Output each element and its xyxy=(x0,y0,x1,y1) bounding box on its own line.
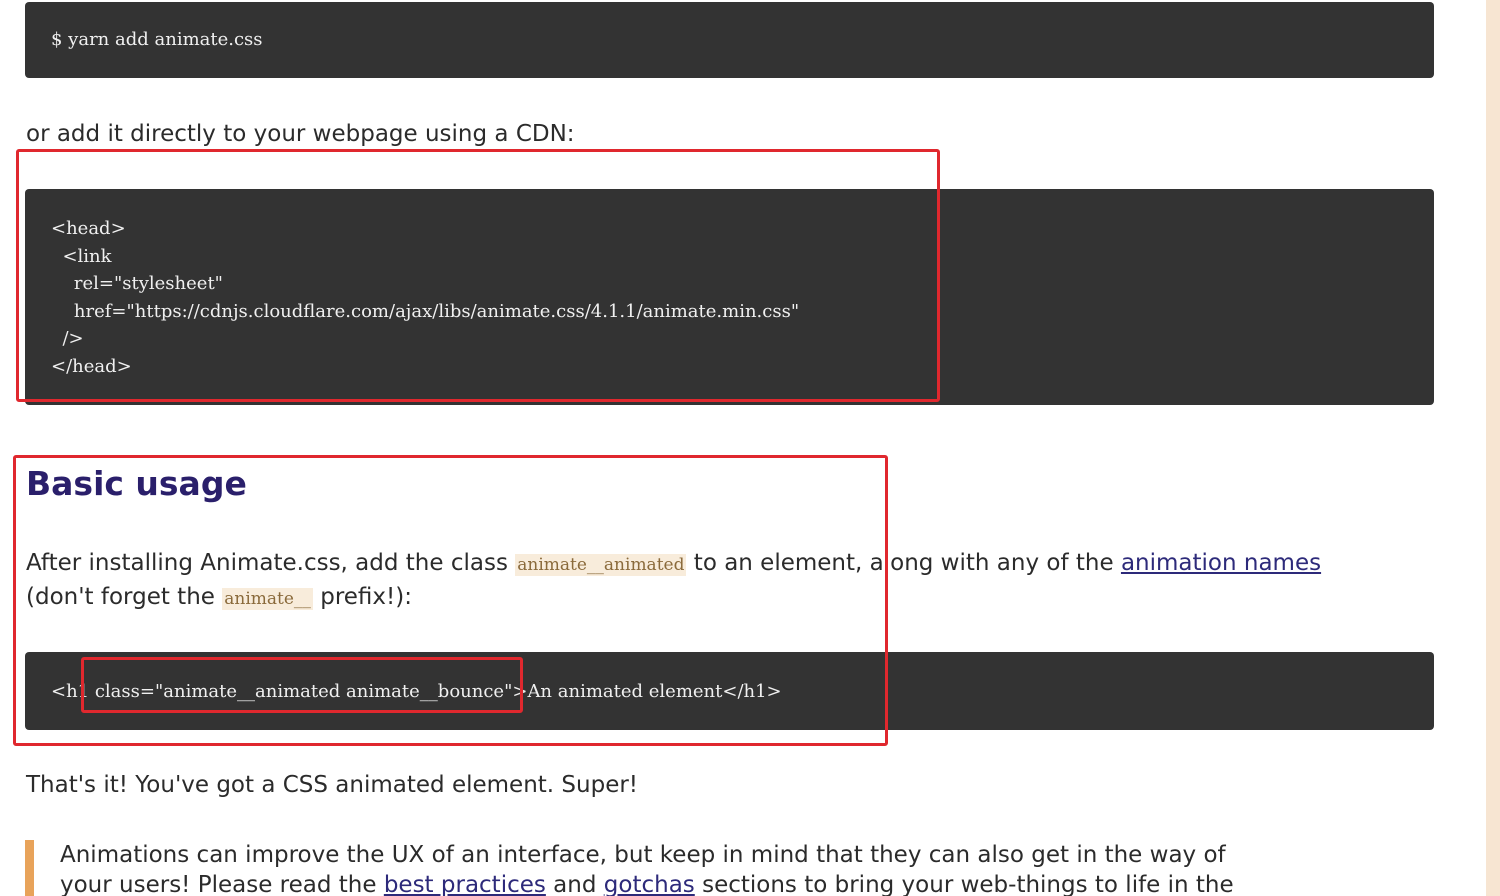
animation-names-link[interactable]: animation names xyxy=(1121,550,1321,576)
code-line: </head> xyxy=(51,355,132,377)
usage-paragraph-line1: After installing Animate.css, add the cl… xyxy=(26,546,1321,582)
code-line: rel="stylesheet" xyxy=(51,273,223,294)
code-line: <h1 class="animate__animated animate__bo… xyxy=(51,681,782,702)
usage-text: prefix!): xyxy=(312,584,412,610)
note-text: and xyxy=(545,872,604,896)
cdn-code-block[interactable]: <head> <link rel="stylesheet" href="http… xyxy=(25,189,1434,405)
usage-text: (don't forget the xyxy=(26,584,223,610)
note-line1: Animations can improve the UX of an inte… xyxy=(60,842,1226,868)
note-text: sections to bring your web-things to lif… xyxy=(694,872,1234,896)
done-text: That's it! You've got a CSS animated ele… xyxy=(26,772,639,798)
code-line: href="https://cdnjs.cloudflare.com/ajax/… xyxy=(51,300,800,322)
example-code-block[interactable]: <h1 class="animate__animated animate__bo… xyxy=(25,652,1434,730)
cdn-intro-text: or add it directly to your webpage using… xyxy=(26,121,575,147)
scrollbar-track[interactable] xyxy=(1486,0,1500,896)
usage-paragraph-line2: (don't forget the animate__ prefix!): xyxy=(26,580,412,616)
code-line: <head> xyxy=(51,218,126,239)
docs-page: $ yarn add animate.css or add it directl… xyxy=(0,0,1500,896)
usage-text: to an element, along with any of the xyxy=(686,550,1121,576)
inline-code-prefix: animate__ xyxy=(222,588,313,610)
basic-usage-heading: Basic usage xyxy=(26,464,247,503)
best-practices-link[interactable]: best practices xyxy=(384,872,546,896)
yarn-install-code-block[interactable]: $ yarn add animate.css xyxy=(25,2,1434,78)
code-line: /> xyxy=(51,328,84,349)
inline-code-animated: animate__animated xyxy=(515,554,687,576)
note-blockquote: Animations can improve the UX of an inte… xyxy=(25,840,1425,896)
code-line: $ yarn add animate.css xyxy=(51,29,263,50)
note-text: your users! Please read the xyxy=(60,872,384,896)
code-line: <link xyxy=(51,245,112,267)
note-line2: your users! Please read the best practic… xyxy=(60,870,1425,896)
gotchas-link[interactable]: gotchas xyxy=(604,872,695,896)
usage-text: After installing Animate.css, add the cl… xyxy=(26,550,516,576)
